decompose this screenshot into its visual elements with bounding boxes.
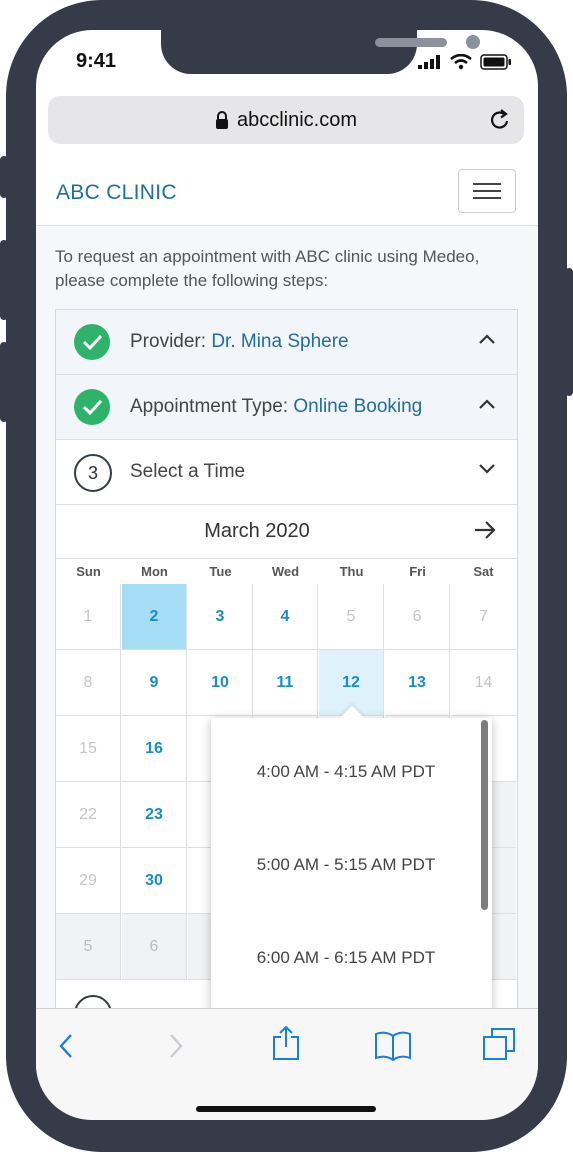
lock-icon xyxy=(215,111,228,129)
step-appointment-type-text: Appointment Type: Online Booking xyxy=(130,396,422,418)
hamburger-menu-button[interactable] xyxy=(458,169,516,213)
step-appointment-type-label: Appointment Type: xyxy=(130,396,294,417)
chevron-down-icon[interactable] xyxy=(479,464,495,474)
step-select-time-label: Select a Time xyxy=(130,461,246,482)
time-slot-option[interactable]: 6:00 AM - 6:15 AM PDT xyxy=(211,948,481,968)
step-appointment-type[interactable]: Appointment Type: Online Booking xyxy=(56,375,517,440)
weekday-label: Sat xyxy=(473,564,494,579)
calendar-day[interactable]: 11 xyxy=(253,650,318,716)
url-text: abcclinic.com xyxy=(236,108,358,131)
chevron-up-icon[interactable] xyxy=(479,399,495,409)
phone-screen: 9:41 abcclinic.com ABC CLINIC To request… xyxy=(36,30,538,1120)
calendar-day[interactable]: 4 xyxy=(253,584,318,650)
menu-line xyxy=(473,197,501,199)
calendar-header: March 2020 xyxy=(56,506,517,559)
month-title: March 2020 xyxy=(204,520,310,542)
tabs-icon[interactable] xyxy=(482,1027,516,1061)
bookmarks-icon[interactable] xyxy=(375,1031,411,1061)
weekday-label: Tue xyxy=(209,564,232,579)
calendar-day-selected[interactable]: 2 xyxy=(122,584,187,650)
chevron-up-icon[interactable] xyxy=(479,334,495,344)
battery-icon xyxy=(480,54,511,70)
step-number-partial xyxy=(74,995,112,1008)
calendar-day: 7 xyxy=(451,584,516,650)
calendar-day[interactable]: 10 xyxy=(188,650,253,716)
calendar-day[interactable]: 9 xyxy=(122,650,187,716)
calendar-day: 22 xyxy=(56,782,121,848)
weekday-label: Mon xyxy=(141,564,168,579)
address-bar[interactable]: abcclinic.com xyxy=(48,96,524,144)
arrow-right-icon[interactable] xyxy=(473,520,497,540)
menu-line xyxy=(473,190,501,192)
forward-icon[interactable] xyxy=(166,1031,186,1061)
step-select-time[interactable]: 3 Select a Time xyxy=(56,440,517,505)
wifi-icon xyxy=(450,54,472,70)
browser-toolbar xyxy=(36,1008,538,1120)
calendar-day: 1 xyxy=(56,584,121,650)
back-icon[interactable] xyxy=(56,1031,76,1061)
home-indicator[interactable] xyxy=(196,1106,376,1112)
appointment-type-value: Online Booking xyxy=(293,396,423,417)
calendar-day: 29 xyxy=(56,848,121,914)
intro-text: To request an appointment with ABC clini… xyxy=(55,247,480,290)
time-slot-popover: 4:00 AM - 4:15 AM PDT 5:00 AM - 5:15 AM … xyxy=(211,705,492,1018)
time-slot-option[interactable]: 4:00 AM - 4:15 AM PDT xyxy=(211,762,481,782)
calendar-day[interactable]: 3 xyxy=(188,584,253,650)
step-provider-label: Provider: xyxy=(130,331,212,352)
volume-down-button xyxy=(0,342,8,422)
weekday-label: Thu xyxy=(339,564,364,579)
check-icon xyxy=(74,324,110,360)
calendar-day: 5 xyxy=(319,584,384,650)
check-icon xyxy=(74,389,110,425)
share-icon[interactable] xyxy=(272,1025,300,1061)
calendar-day[interactable]: 13 xyxy=(385,650,450,716)
reload-icon[interactable] xyxy=(488,108,512,132)
calendar-day: 15 xyxy=(56,716,121,782)
calendar-day: 6 xyxy=(385,584,450,650)
calendar-day-next-month: 5 xyxy=(56,914,121,980)
step-number: 3 xyxy=(74,454,112,492)
step-provider-text: Provider: Dr. Mina Sphere xyxy=(130,331,349,353)
calendar-day: 14 xyxy=(451,650,516,716)
camera xyxy=(466,35,480,49)
speaker xyxy=(375,38,447,47)
step-provider[interactable]: Provider: Dr. Mina Sphere xyxy=(56,310,517,375)
menu-line xyxy=(473,183,501,185)
site-header: ABC CLINIC xyxy=(36,157,538,226)
mute-switch xyxy=(0,156,8,198)
volume-up-button xyxy=(0,240,8,320)
weekday-label: Fri xyxy=(409,564,426,579)
status-time: 9:41 xyxy=(76,50,117,72)
calendar-day[interactable]: 30 xyxy=(122,848,187,914)
power-button xyxy=(565,268,573,396)
signal-icon xyxy=(418,55,440,69)
brand-logo[interactable]: ABC CLINIC xyxy=(56,181,177,205)
popover-scrollbar[interactable] xyxy=(481,720,488,910)
calendar-day[interactable]: 16 xyxy=(122,716,187,782)
calendar-day[interactable]: 23 xyxy=(122,782,187,848)
weekday-label: Wed xyxy=(271,564,300,579)
notch xyxy=(161,30,480,74)
status-icons xyxy=(418,54,512,70)
calendar-day-next-month: 6 xyxy=(122,914,187,980)
weekday-label: Sun xyxy=(76,564,101,579)
provider-value: Dr. Mina Sphere xyxy=(211,331,349,352)
calendar-day: 8 xyxy=(56,650,121,716)
time-slot-option[interactable]: 5:00 AM - 5:15 AM PDT xyxy=(211,855,481,875)
